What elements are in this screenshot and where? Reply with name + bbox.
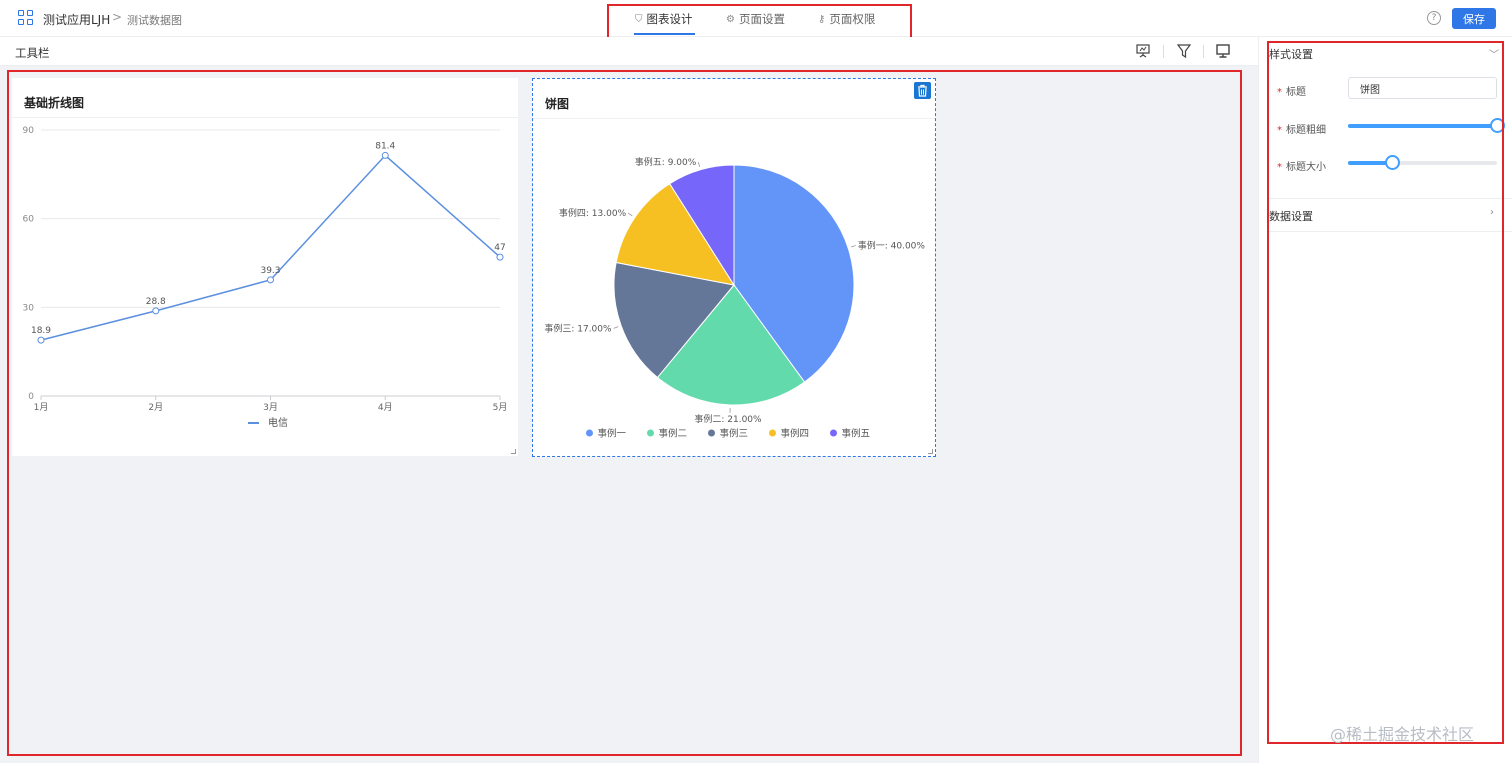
y-tick-label: 60 <box>23 215 35 225</box>
section-divider <box>1269 198 1512 199</box>
title-label: * 标题 <box>1277 87 1306 98</box>
legend-marker <box>769 429 776 437</box>
help-icon[interactable]: ? <box>1427 11 1441 25</box>
slice-label-leader <box>850 245 856 248</box>
legend-label: 电信 <box>268 416 288 429</box>
x-tick-label: 2月 <box>148 402 163 413</box>
legend-marker <box>647 429 654 437</box>
slice-label-leader <box>697 161 701 167</box>
toolbar-label: 工具栏 <box>15 46 50 60</box>
slice-label: 事例一: 40.00% <box>858 239 926 251</box>
section-divider <box>1269 231 1512 232</box>
line-chart-card[interactable]: 基础折线图 0 30 60 90 1月 2月 3月 4月 5月 18.9 28.8 39.3 81.4 4… <box>12 78 518 456</box>
series-line <box>40 154 501 341</box>
legend-label: 事例三 <box>720 428 749 440</box>
data-label: 28.8 <box>146 297 166 307</box>
data-label: 39.3 <box>260 266 280 276</box>
resize-handle-icon[interactable] <box>511 449 516 454</box>
data-label: 47 <box>494 243 505 253</box>
app-grid-icon[interactable] <box>18 10 34 26</box>
tabs-highlight-box <box>607 4 912 41</box>
line-chart: 0 30 60 90 1月 2月 3月 4月 5月 18.9 28.8 39.3 81.4 47 电信 <box>23 126 508 429</box>
chevron-down-icon[interactable]: ﹀ <box>1489 46 1499 61</box>
toolbar-divider <box>1203 45 1204 58</box>
slice-label: 事例二: 21.00% <box>694 413 762 425</box>
data-point <box>496 253 504 261</box>
slice-label: 事例三: 17.00% <box>544 322 612 334</box>
y-tick-label: 0 <box>28 392 34 402</box>
legend-label: 事例一 <box>598 428 627 440</box>
slider-fill <box>1348 124 1497 128</box>
data-point <box>37 336 45 344</box>
data-point <box>381 151 389 159</box>
breadcrumb-app[interactable]: 测试应用LJH <box>43 11 110 28</box>
monitor-icon[interactable] <box>1215 43 1231 59</box>
x-tick-label: 1月 <box>34 402 49 413</box>
x-tick-label: 5月 <box>493 402 508 413</box>
save-button[interactable]: 保存 <box>1452 8 1496 29</box>
title-input[interactable] <box>1348 77 1497 99</box>
title-size-label: * 标题大小 <box>1277 162 1326 173</box>
legend-label: 事例二 <box>659 428 688 440</box>
legend-label: 事例五 <box>842 428 871 440</box>
breadcrumb-page: 测试数据图 <box>127 14 182 27</box>
x-tick-label: 3月 <box>263 402 278 413</box>
y-tick-label: 90 <box>23 126 35 136</box>
pie-chart-card[interactable]: 饼图 事例一: 40.00% 事例二: 21.00% 事例三: 17.00% 事例四:… <box>532 78 936 457</box>
delete-card-button[interactable] <box>914 82 931 99</box>
presentation-icon[interactable] <box>1135 43 1151 59</box>
pie-chart: 事例一: 40.00% 事例二: 21.00% 事例三: 17.00% 事例四: 13… <box>544 156 926 440</box>
y-tick-label: 30 <box>23 303 35 313</box>
chevron-right-icon[interactable]: › <box>1490 207 1494 218</box>
legend-label: 事例四 <box>781 428 810 440</box>
slice-label-leader <box>613 326 619 329</box>
title-weight-label: * 标题粗细 <box>1277 125 1326 136</box>
title-weight-slider[interactable] <box>1348 118 1505 133</box>
legend-marker <box>586 429 593 437</box>
toolbar-divider <box>1163 45 1164 58</box>
trash-icon <box>918 84 927 97</box>
legend-marker <box>830 429 837 437</box>
data-label: 81.4 <box>375 141 395 151</box>
x-tick-label: 4月 <box>378 402 393 413</box>
data-label: 18.9 <box>31 326 51 336</box>
slider-thumb[interactable] <box>1489 118 1505 133</box>
legend-marker <box>708 429 715 437</box>
slice-label: 事例四: 13.00% <box>559 207 627 219</box>
slice-label-leader <box>627 212 633 217</box>
data-point <box>152 307 160 315</box>
style-section-header[interactable]: 样式设置 <box>1269 46 1313 62</box>
toolbar: 工具栏 <box>0 37 1258 66</box>
breadcrumb-separator-icon: > <box>112 10 123 24</box>
settings-panel: 样式设置 ﹀ *标题 *标题粗细 *标题大小 数据设置 › <box>1258 37 1512 763</box>
slider-thumb[interactable] <box>1385 155 1401 170</box>
resize-handle-icon[interactable] <box>928 449 933 454</box>
watermark: @稀土掘金技术社区 <box>1330 725 1475 744</box>
data-section-header[interactable]: 数据设置 <box>1269 208 1313 224</box>
slice-label: 事例五: 9.00% <box>635 156 697 168</box>
data-point <box>267 276 274 284</box>
filter-icon[interactable] <box>1176 43 1192 59</box>
title-size-slider[interactable] <box>1348 155 1497 170</box>
